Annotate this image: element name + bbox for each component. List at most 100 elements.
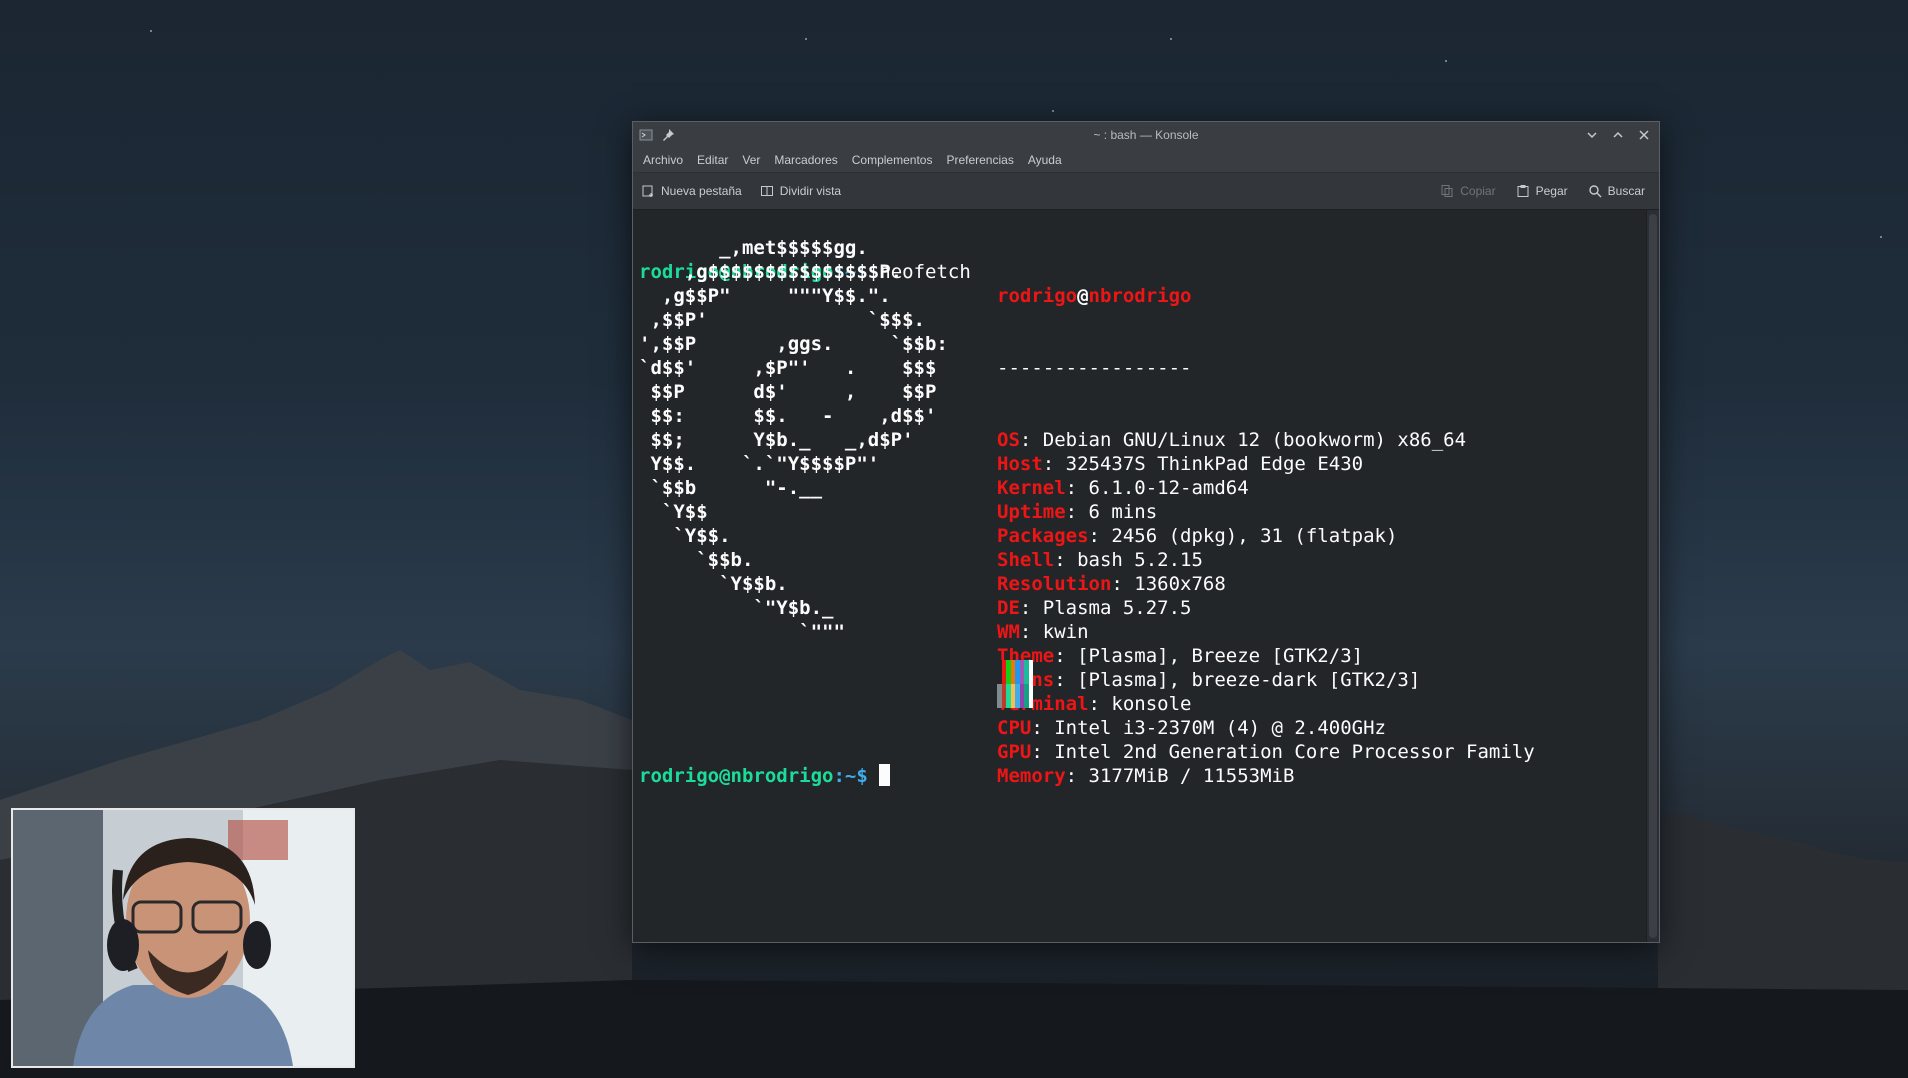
info-colon: : [1065, 501, 1089, 523]
title-bar[interactable]: ~ : bash — Konsole [633, 122, 1659, 148]
menu-bar: Archivo Editar Ver Marcadores Complement… [633, 148, 1659, 173]
menu-ayuda[interactable]: Ayuda [1028, 153, 1062, 167]
info-value: kwin [1042, 621, 1089, 643]
logo-line: ,$$P' `$$$. [639, 309, 925, 331]
new-tab-label: Nueva pestaña [661, 184, 742, 198]
info-row: CPU: Intel i3-2370M (4) @ 2.400GHz [997, 716, 1535, 740]
window-title: ~ : bash — Konsole [1093, 128, 1199, 142]
info-key: Kernel [997, 477, 1066, 499]
logo-line: `Y$$. [639, 525, 731, 547]
logo-line: `Y$$ [639, 501, 708, 523]
info-row: GPU: Intel 2nd Generation Core Processor… [997, 740, 1535, 764]
info-row: Theme: [Plasma], Breeze [GTK2/3] [997, 644, 1535, 668]
info-value: [Plasma], Breeze [GTK2/3] [1077, 645, 1364, 667]
info-colon: : [1031, 717, 1055, 739]
new-tab-button[interactable]: Nueva pestaña [641, 184, 742, 198]
info-colon: : [1019, 597, 1043, 619]
paste-button[interactable]: Pegar [1516, 184, 1568, 198]
minimize-icon[interactable] [1585, 128, 1599, 142]
search-label: Buscar [1607, 184, 1645, 198]
info-value: 6 mins [1088, 501, 1158, 523]
info-colon: : [1088, 525, 1112, 547]
split-view-icon [760, 186, 773, 196]
info-value: 325437S ThinkPad Edge E430 [1065, 453, 1364, 475]
palette-row [997, 684, 1033, 708]
info-value: [Plasma], breeze-dark [GTK2/3] [1077, 669, 1421, 691]
info-at: @ [1077, 285, 1089, 307]
info-value: 6.1.0-12-amd64 [1088, 477, 1249, 499]
terminal-app-icon[interactable] [639, 128, 653, 142]
scrollbar-thumb[interactable] [1649, 214, 1657, 938]
info-value: Intel i3-2370M (4) @ 2.400GHz [1054, 717, 1386, 739]
maximize-icon[interactable] [1611, 128, 1625, 142]
info-separator: ----------------- [997, 357, 1192, 379]
logo-line: $$: $$. - ,d$$' [639, 405, 937, 427]
info-key: Resolution [997, 573, 1112, 595]
info-row: Packages: 2456 (dpkg), 31 (flatpak) [997, 524, 1535, 548]
new-tab-icon [642, 185, 653, 197]
color-palette [997, 660, 1033, 708]
prompt-path-2: :~$ [833, 765, 868, 787]
info-row: Resolution: 1360x768 [997, 572, 1535, 596]
close-icon[interactable] [1637, 128, 1651, 142]
info-row: Terminal: konsole [997, 692, 1535, 716]
info-colon: : [1065, 765, 1089, 787]
logo-line: `"Y$b._ [639, 597, 834, 619]
info-value: 3177MiB / 11553MiB [1088, 765, 1295, 787]
palette-row [997, 660, 1033, 684]
info-colon: : [1054, 669, 1078, 691]
logo-line: Y$$. `.`"Y$$$$P"' [639, 453, 880, 475]
info-value: bash 5.2.15 [1077, 549, 1203, 571]
info-row: DE: Plasma 5.27.5 [997, 596, 1535, 620]
logo-line: `d$$' ,$P"' . $$$ [639, 357, 937, 379]
info-colon: : [1054, 549, 1078, 571]
menu-editar[interactable]: Editar [697, 153, 728, 167]
pin-icon[interactable] [661, 128, 675, 142]
menu-ver[interactable]: Ver [742, 153, 760, 167]
logo-line: _,met$$$$$gg. [639, 237, 868, 259]
prompt-user-2: rodrigo@nbrodrigo [639, 765, 834, 787]
menu-marcadores[interactable]: Marcadores [774, 153, 837, 167]
copy-button[interactable]: Copiar [1440, 184, 1496, 198]
color-swatch [1028, 660, 1033, 684]
paste-label: Pegar [1535, 184, 1568, 198]
logo-line: `Y$$b. [639, 573, 788, 595]
logo-line: ',$$P ,ggs. `$$b: [639, 333, 948, 355]
color-swatch [1028, 684, 1033, 708]
info-key: OS [997, 429, 1020, 451]
terminal-output[interactable]: rodrigo@nbrodrigo:~$ neofetch _,met$$$$$… [633, 210, 1647, 942]
copy-label: Copiar [1460, 184, 1496, 198]
menu-archivo[interactable]: Archivo [643, 153, 683, 167]
logo-line: $$; Y$b._ _,d$P' [639, 429, 914, 451]
scrollbar[interactable] [1646, 210, 1659, 942]
info-colon: : [1111, 573, 1135, 595]
menu-preferencias[interactable]: Preferencias [946, 153, 1013, 167]
info-row: Uptime: 6 mins [997, 500, 1535, 524]
info-row: Shell: bash 5.2.15 [997, 548, 1535, 572]
search-button[interactable]: Buscar [1588, 184, 1645, 198]
text-cursor [879, 764, 891, 786]
toolbar: Nueva pestaña Dividir vista Copiar Pegar… [633, 173, 1659, 210]
info-key: DE [997, 597, 1020, 619]
info-key: Shell [997, 549, 1055, 571]
system-info: rodrigo@nbrodrigo ----------------- OS: … [997, 236, 1535, 836]
split-view-button[interactable]: Dividir vista [760, 184, 841, 198]
info-colon: : [1065, 477, 1089, 499]
info-key: Host [997, 453, 1043, 475]
info-key: Memory [997, 765, 1066, 787]
info-row: Kernel: 6.1.0-12-amd64 [997, 476, 1535, 500]
info-value: konsole [1111, 693, 1192, 715]
copy-icon [1441, 185, 1453, 197]
info-value: Debian GNU/Linux 12 (bookworm) x86_64 [1042, 429, 1467, 451]
info-user: rodrigo [997, 285, 1078, 307]
info-row: OS: Debian GNU/Linux 12 (bookworm) x86_6… [997, 428, 1535, 452]
info-colon: : [1042, 453, 1066, 475]
info-row: Host: 325437S ThinkPad Edge E430 [997, 452, 1535, 476]
info-key: Packages [997, 525, 1089, 547]
info-row: WM: kwin [997, 620, 1535, 644]
info-colon: : [1019, 429, 1043, 451]
logo-line: `$$b "-.__ [639, 477, 823, 499]
info-key: CPU [997, 717, 1032, 739]
info-title: rodrigo@nbrodrigo [997, 284, 1535, 308]
menu-complementos[interactable]: Complementos [852, 153, 933, 167]
